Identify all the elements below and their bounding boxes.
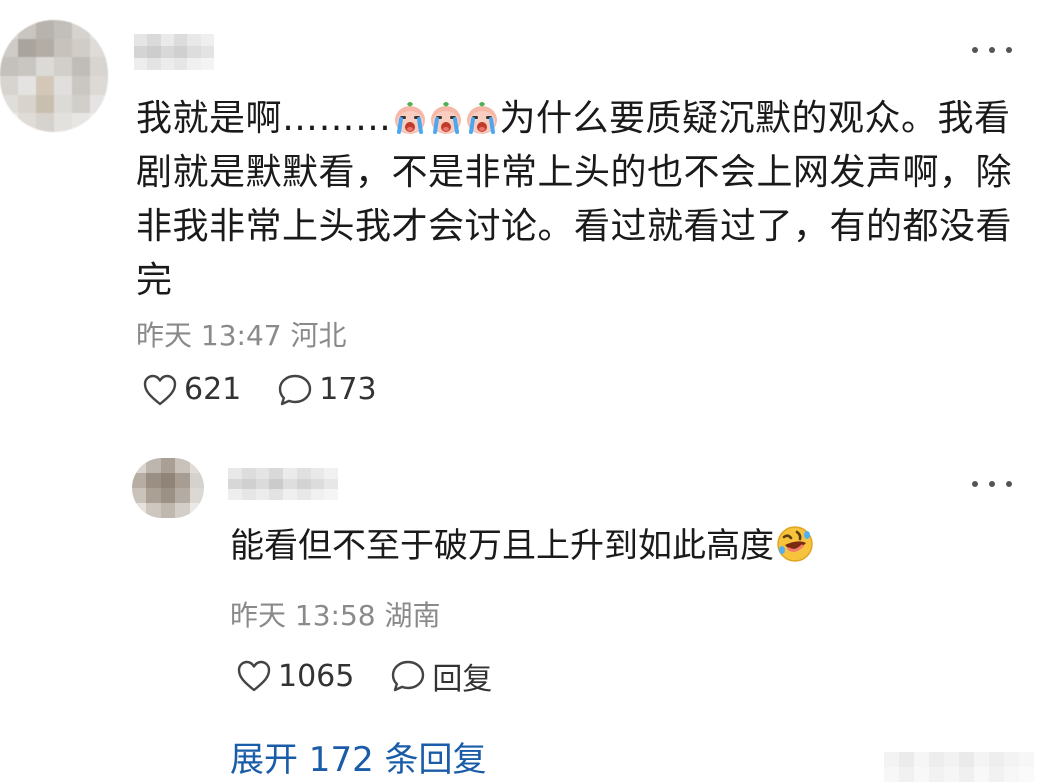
rolling-laughing-icon (777, 526, 813, 562)
crying-face-icon (394, 102, 425, 134)
more-options-button[interactable] (972, 40, 1012, 60)
crying-face-icon (466, 102, 497, 134)
more-dot-icon (1006, 481, 1012, 487)
comment-count: 173 (319, 372, 377, 407)
username[interactable] (134, 34, 214, 70)
reply-text: 能看但不至于破万且上升到如此高度 (230, 526, 774, 566)
comment-button[interactable]: 173 (277, 372, 377, 407)
reply-location: 湖南 (384, 599, 441, 632)
more-dot-icon (989, 47, 995, 53)
watermark (884, 752, 1034, 782)
reply-username[interactable] (228, 468, 338, 500)
reply-like-count: 1065 (278, 658, 355, 694)
reply-actions: 1065 回复 (236, 654, 492, 698)
reply-time: 昨天 13:58 (230, 599, 376, 632)
like-button[interactable]: 621 (142, 372, 241, 407)
comment-text-part1: 我就是啊……… (136, 98, 392, 139)
speech-bubble-icon (279, 374, 312, 405)
expand-replies-link[interactable]: 展开 172 条回复 (230, 732, 487, 781)
comment-body: 我就是啊……… 为什么要质疑沉默的观众。我看剧就是默默看，不是非常上头的也不会上… (136, 92, 1016, 308)
reply-label: 回复 (432, 662, 493, 697)
avatar[interactable] (0, 20, 108, 132)
comment-thread: 我就是啊……… 为什么要质疑沉默的观众。我看剧就是默默看，不是非常上头的也不会上… (0, 0, 1038, 784)
comment-actions: 621 173 (142, 372, 377, 407)
heart-icon (143, 374, 177, 405)
reply-body: 能看但不至于破万且上升到如此高度 (230, 520, 814, 572)
comment-meta: 昨天 13:47 河北 (136, 314, 347, 354)
comment-time: 昨天 13:47 (136, 319, 282, 352)
reply-more-options-button[interactable] (972, 474, 1012, 494)
more-dot-icon (972, 47, 978, 53)
like-count: 621 (184, 372, 242, 407)
reply-avatar[interactable] (132, 458, 204, 518)
reply-meta: 昨天 13:58 湖南 (230, 594, 441, 634)
speech-bubble-icon (392, 660, 425, 692)
heart-icon (237, 660, 271, 692)
crying-face-icon (430, 102, 461, 134)
more-dot-icon (1006, 47, 1012, 53)
comment-location: 河北 (290, 319, 347, 352)
reply-like-button[interactable]: 1065 (236, 659, 354, 694)
more-dot-icon (972, 481, 978, 487)
reply-button[interactable]: 回复 (390, 654, 492, 698)
more-dot-icon (989, 481, 995, 487)
